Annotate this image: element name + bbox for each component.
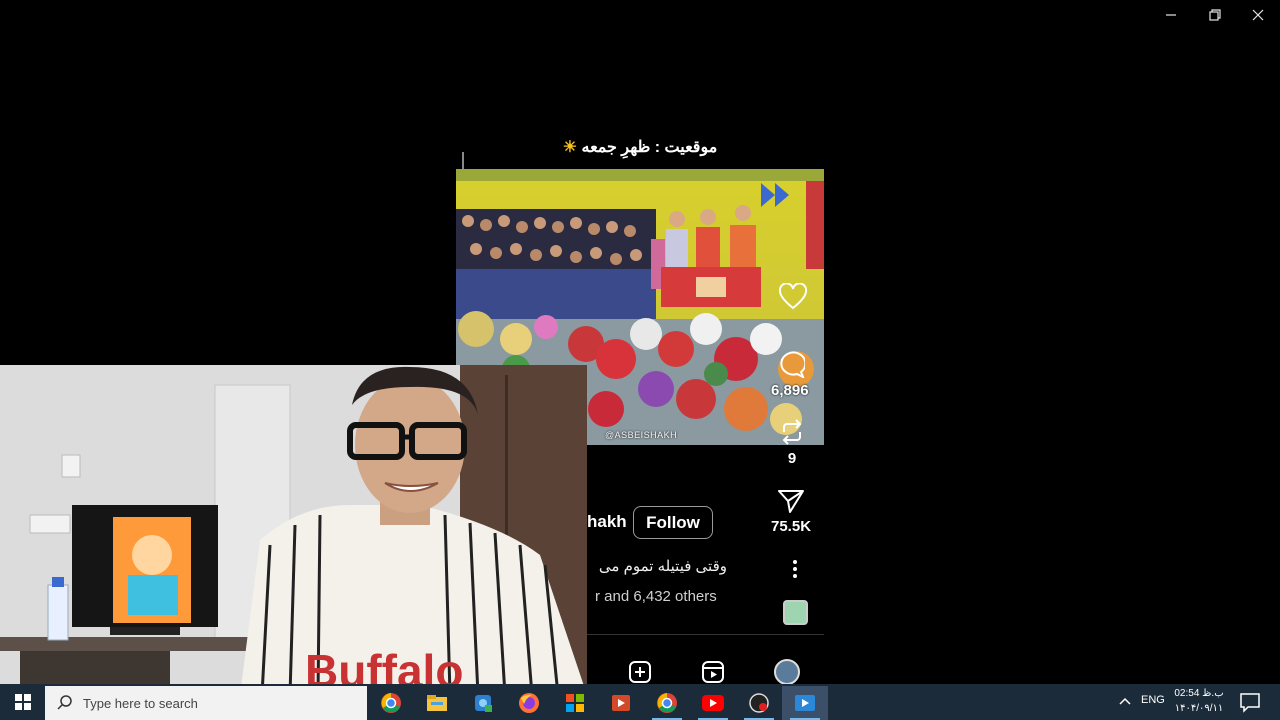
language-indicator[interactable]: ENG — [1141, 694, 1165, 706]
media-player-icon — [612, 695, 630, 711]
minimize-icon — [1166, 14, 1176, 16]
comment-button[interactable]: 6,896 — [771, 350, 809, 399]
share-count: 75.5K — [771, 518, 812, 535]
video-app-icon — [795, 695, 815, 711]
start-button[interactable] — [0, 684, 45, 720]
taskbar-app-media-player[interactable] — [598, 686, 644, 720]
reels-icon[interactable] — [700, 659, 726, 685]
comment-icon — [780, 351, 805, 378]
taskbar-app-chrome-2[interactable] — [644, 686, 690, 720]
username[interactable]: hakh — [587, 512, 627, 532]
youtube-icon — [702, 695, 724, 711]
file-explorer-icon — [427, 695, 447, 711]
webcam-feed: Buffalo — [0, 365, 587, 695]
close-icon — [1252, 9, 1264, 21]
notification-icon[interactable] — [1238, 690, 1262, 714]
heart-icon — [778, 283, 808, 310]
more-options-icon[interactable] — [787, 558, 803, 580]
screen: موقعیت : ظهرِ جمعه ☀ @ASBEISHAKH 6,896 9… — [0, 0, 1280, 720]
profile-avatar[interactable] — [774, 659, 800, 685]
like-button[interactable] — [778, 283, 808, 315]
firefox-icon — [519, 693, 539, 713]
windows-icon — [14, 694, 31, 710]
taskbar-app-file-explorer[interactable] — [414, 686, 460, 720]
store-icon — [566, 694, 584, 712]
taskbar-app-chrome[interactable] — [368, 686, 414, 720]
taskbar-search-box[interactable]: Type here to search — [45, 686, 367, 720]
reel-caption: موقعیت : ظهرِ جمعه ☀ — [540, 137, 740, 157]
create-icon[interactable] — [627, 659, 653, 685]
taskbar-app-video-active[interactable] — [782, 686, 828, 720]
post-caption[interactable]: وقتی فیتیله تموم می — [587, 557, 727, 575]
restore-button[interactable] — [1195, 4, 1235, 26]
follow-button[interactable]: Follow — [633, 506, 713, 539]
comment-count: 6,896 — [771, 382, 809, 399]
minimize-button[interactable] — [1151, 4, 1191, 26]
taskbar-app-youtube[interactable] — [690, 686, 736, 720]
divider — [462, 152, 464, 170]
repost-button[interactable]: 9 — [778, 418, 806, 467]
taskbar-app-firefox[interactable] — [506, 686, 552, 720]
network-app-icon — [475, 695, 492, 712]
clock-date: ۱۴۰۴/۰۹/۱۱ — [1174, 703, 1224, 714]
send-icon — [778, 490, 805, 513]
repost-icon — [782, 419, 802, 445]
chrome-icon — [381, 693, 401, 713]
reel-watermark: @ASBEISHAKH — [605, 430, 678, 440]
search-placeholder: Type here to search — [83, 695, 198, 711]
close-button[interactable] — [1238, 4, 1278, 26]
repost-count: 9 — [787, 450, 797, 467]
taskbar-app-recorder[interactable] — [736, 686, 782, 720]
sun-emoji-icon: ☀ — [562, 139, 578, 156]
webcam-overlay: Buffalo — [0, 365, 587, 695]
clock-time: 02:54 ب.ظ — [1174, 688, 1224, 699]
clock[interactable]: 02:54 ب.ظ ۱۴۰۴/۰۹/۱۱ — [1170, 686, 1228, 716]
search-icon — [57, 695, 72, 710]
reel-caption-text: موقعیت : ظهرِ جمعه — [581, 139, 718, 156]
recorder-icon — [749, 693, 769, 713]
liked-by-text[interactable]: r and 6,432 others — [595, 588, 717, 605]
chevron-up-icon[interactable] — [1115, 691, 1135, 711]
taskbar-app-store[interactable] — [552, 686, 598, 720]
taskbar-app-network[interactable] — [460, 686, 506, 720]
chrome-icon — [657, 693, 677, 713]
share-button[interactable]: 75.5K — [771, 488, 811, 535]
audio-thumbnail[interactable] — [783, 600, 808, 625]
restore-icon — [1209, 9, 1221, 21]
